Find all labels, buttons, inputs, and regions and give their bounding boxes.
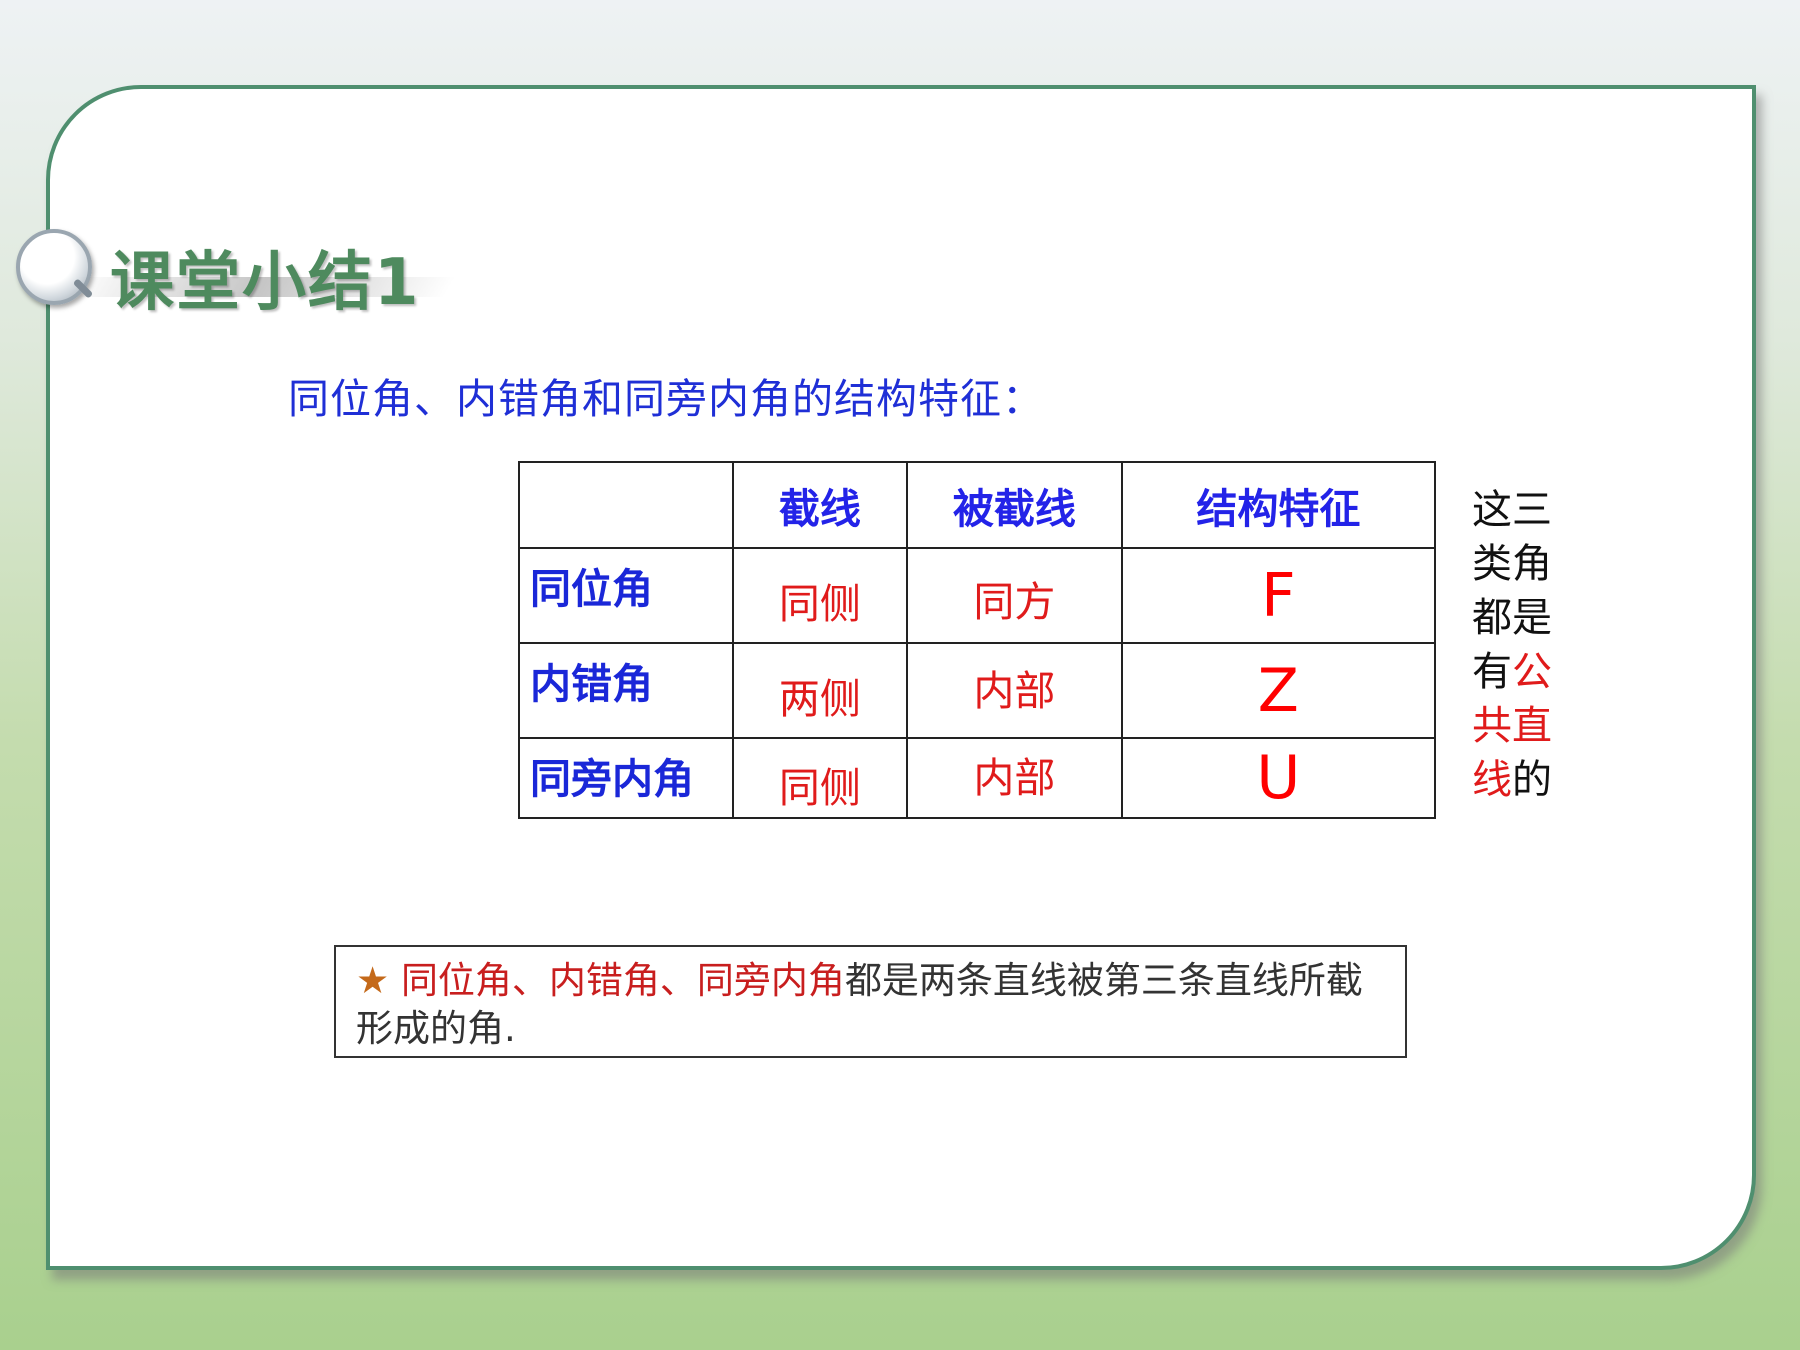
subtitle: 同位角、内错角和同旁内角的结构特征： xyxy=(288,375,1044,423)
cell-text: 内部 xyxy=(973,754,1056,802)
row-label-corresponding: 同位角 xyxy=(518,547,734,644)
conclusion-box: ★ 同位角、内错角、同旁内角都是两条直线被第三条直线所截形成的角. xyxy=(334,945,1407,1058)
side-note-tail: 的 xyxy=(1512,757,1552,803)
cell-feature-consecutive: U xyxy=(1120,737,1437,819)
table-header-cutting-line: 截线 xyxy=(731,461,909,549)
side-note: 这三类角都是有公共直线的 xyxy=(1472,483,1572,807)
cell-text: 同侧 xyxy=(778,764,861,812)
row-label-alternate: 内错角 xyxy=(518,642,734,739)
row-label-consecutive: 同旁内角 xyxy=(518,737,734,819)
table-header-empty xyxy=(518,461,734,549)
cell-feature-alternate: Z xyxy=(1120,642,1437,739)
cell-text: 同侧 xyxy=(778,579,861,628)
table-header-cut-lines: 被截线 xyxy=(906,461,1123,549)
cell-cutting-line-corresponding: 同侧 xyxy=(731,547,909,644)
title-group: 课堂小结1 xyxy=(10,225,470,320)
cell-cut-lines-corresponding: 同方 xyxy=(906,547,1123,644)
summary-table: 截线 被截线 结构特征 同位角 同侧 同方 F 内错角 两侧 内部 Z 同旁内角… xyxy=(518,461,1437,819)
cell-text: 同方 xyxy=(973,577,1056,626)
cell-text: 内部 xyxy=(973,666,1056,715)
star-icon: ★ xyxy=(356,959,390,1002)
cell-text: 两侧 xyxy=(778,674,861,723)
table-row: 同位角 同侧 同方 F xyxy=(518,547,1437,644)
cell-cutting-line-alternate: 两侧 xyxy=(731,642,909,739)
cell-feature-corresponding: F xyxy=(1120,547,1437,644)
table-row: 同旁内角 同侧 内部 U xyxy=(518,737,1437,819)
table-header-row: 截线 被截线 结构特征 xyxy=(518,461,1437,549)
cell-cut-lines-alternate: 内部 xyxy=(906,642,1123,739)
conclusion-highlight: 同位角、内错角、同旁内角 xyxy=(400,959,845,1002)
cell-cutting-line-consecutive: 同侧 xyxy=(731,737,909,819)
page-title: 课堂小结1 xyxy=(110,246,421,320)
table-row: 内错角 两侧 内部 Z xyxy=(518,642,1437,739)
table-header-feature: 结构特征 xyxy=(1120,461,1437,549)
cell-cut-lines-consecutive: 内部 xyxy=(906,737,1123,819)
